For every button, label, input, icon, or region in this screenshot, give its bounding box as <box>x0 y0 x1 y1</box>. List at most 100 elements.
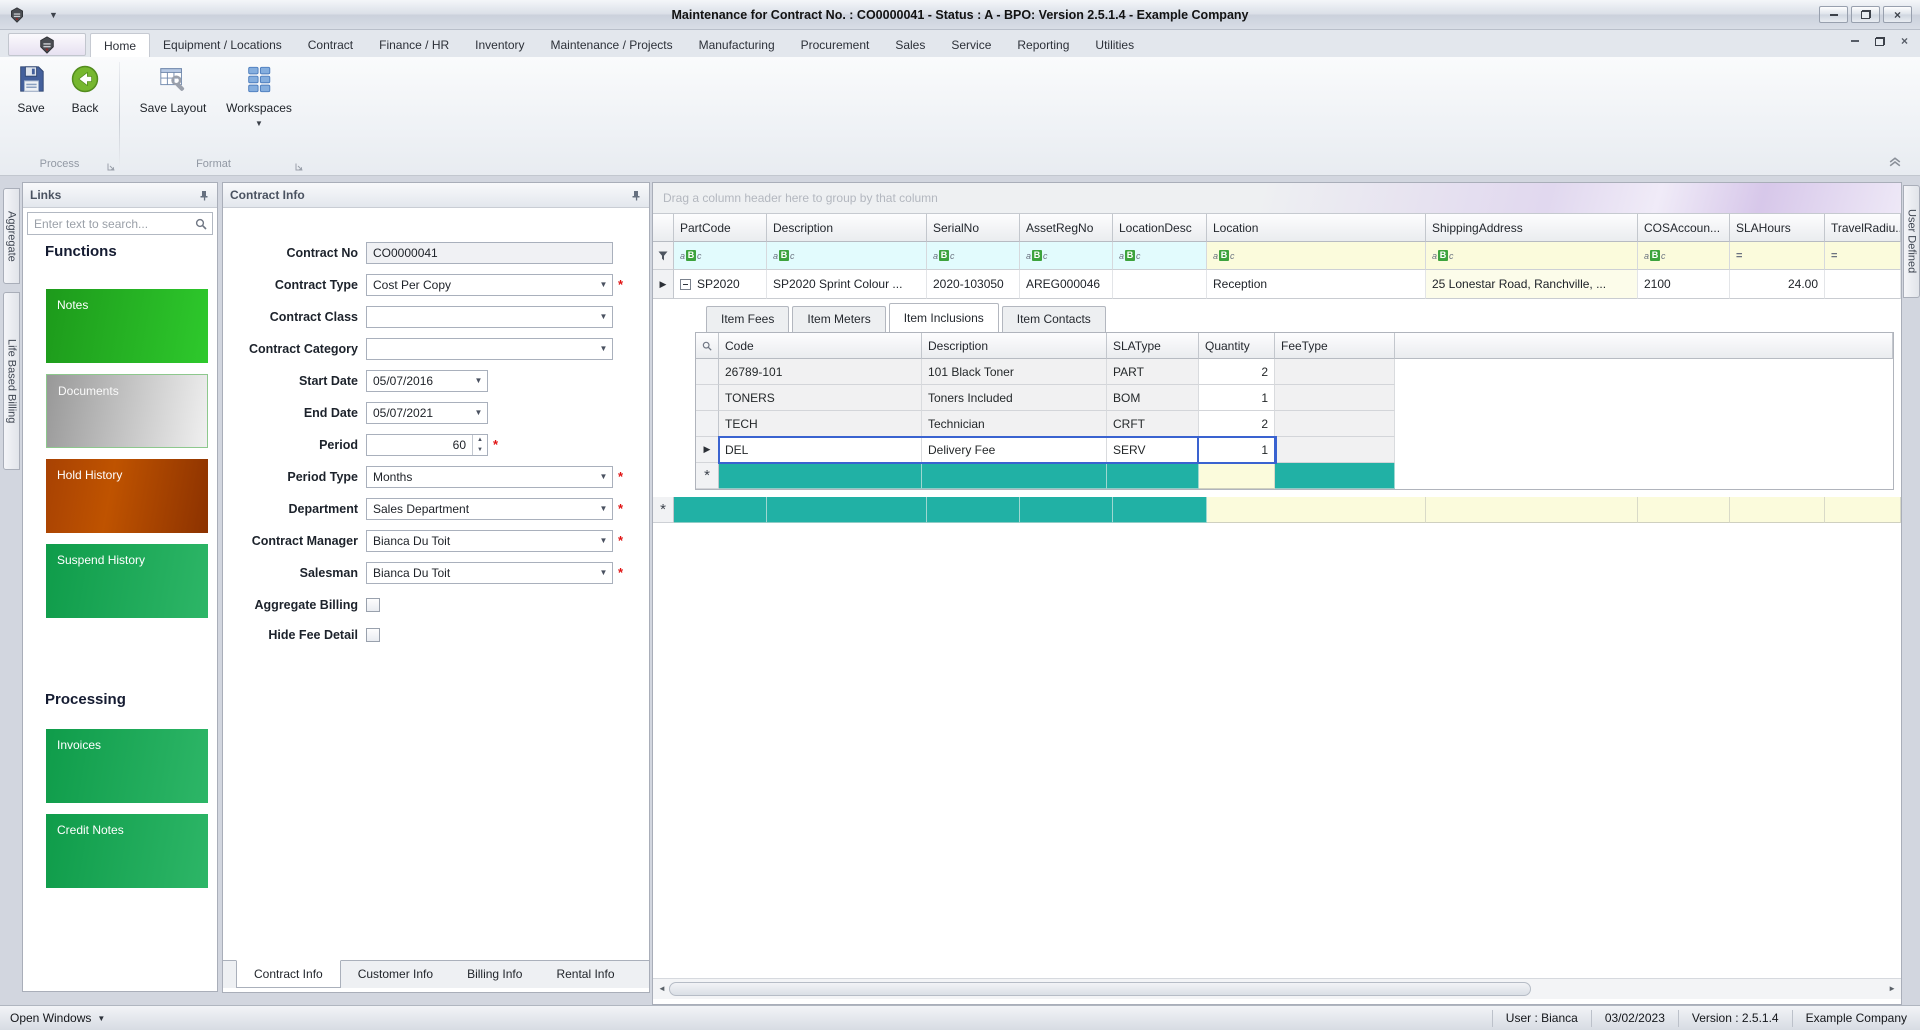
ribbon-tab-contract[interactable]: Contract <box>295 33 366 57</box>
tab-item-inclusions[interactable]: Item Inclusions <box>889 303 999 332</box>
filter-cell-shippingaddress[interactable]: aBc <box>1426 242 1638 270</box>
back-button[interactable]: Back <box>60 64 110 115</box>
ribbon-tab-procurement[interactable]: Procurement <box>788 33 883 57</box>
filter-cell-description[interactable]: aBc <box>767 242 927 270</box>
ribbon-tab-manufacturing[interactable]: Manufacturing <box>686 33 788 57</box>
close-button[interactable]: × <box>1883 6 1912 23</box>
column-header-cosaccount[interactable]: COSAccoun... <box>1638 214 1730 242</box>
search-icon[interactable] <box>195 218 207 230</box>
ribbon-collapse-icon[interactable] <box>1888 157 1902 167</box>
column-header-location[interactable]: Location <box>1207 214 1426 242</box>
dock-tab-user-defined[interactable]: User Defined <box>1903 185 1920 298</box>
salesman-dropdown[interactable]: Bianca Du Toit▼ <box>366 562 613 584</box>
subgrid-append-row[interactable]: * <box>696 463 1893 489</box>
subgrid-row[interactable]: TONERS Toners Included BOM 1 <box>696 385 1893 411</box>
filter-cell-slahours[interactable]: = <box>1730 242 1825 270</box>
contract-manager-dropdown[interactable]: Bianca Du Toit▼ <box>366 530 613 552</box>
cell-cosaccount[interactable]: 2100 <box>1638 270 1730 299</box>
collapse-row-icon[interactable] <box>680 279 691 290</box>
dialog-launcher-icon[interactable] <box>107 163 115 171</box>
quick-access-dropdown-icon[interactable]: ▼ <box>49 10 58 20</box>
tab-item-fees[interactable]: Item Fees <box>706 306 789 332</box>
filter-cell-location[interactable]: aBc <box>1207 242 1426 270</box>
restore-icon[interactable] <box>1875 37 1885 46</box>
dock-tab-life-based-billing[interactable]: Life Based Billing <box>3 292 20 470</box>
invoices-button[interactable]: Invoices <box>46 729 208 803</box>
hold-history-button[interactable]: Hold History <box>46 459 208 533</box>
department-dropdown[interactable]: Sales Department▼ <box>366 498 613 520</box>
chevron-down-icon[interactable]: ▼ <box>595 339 612 359</box>
filter-cell-assetregno[interactable]: aBc <box>1020 242 1113 270</box>
column-header-partcode[interactable]: PartCode <box>674 214 767 242</box>
ribbon-tab-utilities[interactable]: Utilities <box>1082 33 1147 57</box>
application-button[interactable] <box>8 33 86 56</box>
cell-travelradius[interactable] <box>1825 270 1901 299</box>
quantity-cell-focused[interactable]: 1 <box>1199 437 1275 463</box>
cell-assetregno[interactable]: AREG000046 <box>1020 270 1113 299</box>
column-header-description[interactable]: Description <box>922 333 1107 359</box>
cell-description[interactable]: SP2020 Sprint Colour ... <box>767 270 927 299</box>
close-icon[interactable]: × <box>1901 35 1908 47</box>
contract-category-dropdown[interactable]: ▼ <box>366 338 613 360</box>
start-date-picker[interactable]: 05/07/2016▼ <box>366 370 488 392</box>
tab-rental-info[interactable]: Rental Info <box>539 961 631 988</box>
minimize-button[interactable] <box>1819 6 1848 23</box>
chevron-down-icon[interactable]: ▼ <box>470 371 487 391</box>
column-header-quantity[interactable]: Quantity <box>1199 333 1275 359</box>
chevron-down-icon[interactable]: ▼ <box>595 307 612 327</box>
cell-shippingaddress[interactable]: 25 Lonestar Road, Ranchville, ... <box>1426 270 1638 299</box>
ribbon-tab-home[interactable]: Home <box>90 33 150 57</box>
period-stepper[interactable]: 60 ▲▼ <box>366 434 488 456</box>
subgrid-row-selected[interactable]: ▶ DEL Delivery Fee SERV 1 <box>696 437 1893 463</box>
save-button[interactable]: Save <box>8 64 54 115</box>
contract-no-input[interactable]: CO0000041 <box>366 242 613 264</box>
group-by-panel[interactable]: Drag a column header here to group by th… <box>653 183 1901 214</box>
subgrid-row[interactable]: TECH Technician CRFT 2 <box>696 411 1893 437</box>
column-header-code[interactable]: Code <box>719 333 922 359</box>
chevron-down-icon[interactable]: ▼ <box>595 499 612 519</box>
documents-button[interactable]: Documents <box>46 374 208 448</box>
ribbon-tab-equipment-locations[interactable]: Equipment / Locations <box>150 33 295 57</box>
chevron-down-icon[interactable]: ▼ <box>595 563 612 583</box>
tab-item-meters[interactable]: Item Meters <box>792 306 885 332</box>
spin-up-icon[interactable]: ▲ <box>473 435 487 445</box>
filter-cell-partcode[interactable]: aBc <box>674 242 767 270</box>
workspaces-button[interactable]: Workspaces ▼ <box>218 64 300 128</box>
filter-cell-locationdesc[interactable]: aBc <box>1113 242 1207 270</box>
cell-location[interactable]: Reception <box>1207 270 1426 299</box>
cell-serialno[interactable]: 2020-103050 <box>927 270 1020 299</box>
scroll-left-icon[interactable]: ◄ <box>658 984 666 993</box>
ribbon-tab-finance-hr[interactable]: Finance / HR <box>366 33 462 57</box>
column-header-slahours[interactable]: SLAHours <box>1730 214 1825 242</box>
ribbon-tab-service[interactable]: Service <box>938 33 1004 57</box>
spinner-buttons[interactable]: ▲▼ <box>472 435 487 455</box>
cell-partcode[interactable]: SP2020 <box>674 270 767 299</box>
horizontal-scrollbar[interactable]: ◄ ► <box>653 978 1901 999</box>
tab-customer-info[interactable]: Customer Info <box>341 961 450 988</box>
column-header-description[interactable]: Description <box>767 214 927 242</box>
filter-cell-travelradius[interactable]: = <box>1825 242 1901 270</box>
scrollbar-thumb[interactable] <box>669 982 1531 996</box>
grid-data-row[interactable]: ▶ SP2020 SP2020 Sprint Colour ... 2020-1… <box>653 270 1901 299</box>
minimize-icon[interactable] <box>1851 40 1859 42</box>
chevron-down-icon[interactable]: ▼ <box>595 531 612 551</box>
suspend-history-button[interactable]: Suspend History <box>46 544 208 618</box>
column-header-assetregno[interactable]: AssetRegNo <box>1020 214 1113 242</box>
hide-fee-detail-checkbox[interactable] <box>366 628 380 642</box>
filter-cell-cosaccount[interactable]: aBc <box>1638 242 1730 270</box>
end-date-picker[interactable]: 05/07/2021▼ <box>366 402 488 424</box>
subgrid-search-icon[interactable] <box>696 333 719 359</box>
column-header-feetype[interactable]: FeeType <box>1275 333 1395 359</box>
column-header-shippingaddress[interactable]: ShippingAddress <box>1426 214 1638 242</box>
ribbon-tab-sales[interactable]: Sales <box>882 33 938 57</box>
cell-slahours[interactable]: 24.00 <box>1730 270 1825 299</box>
ribbon-tab-reporting[interactable]: Reporting <box>1004 33 1082 57</box>
chevron-down-icon[interactable]: ▼ <box>595 275 612 295</box>
grid-append-row[interactable]: * <box>653 497 1901 523</box>
tab-billing-info[interactable]: Billing Info <box>450 961 539 988</box>
column-header-slatype[interactable]: SLAType <box>1107 333 1199 359</box>
column-header-serialno[interactable]: SerialNo <box>927 214 1020 242</box>
spin-down-icon[interactable]: ▼ <box>473 445 487 455</box>
column-header-locationdesc[interactable]: LocationDesc <box>1113 214 1207 242</box>
dialog-launcher-icon[interactable] <box>295 163 303 171</box>
